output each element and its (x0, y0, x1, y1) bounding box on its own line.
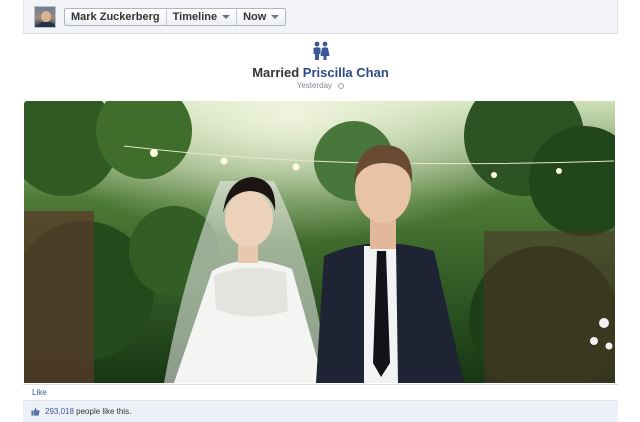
timeline-label: Timeline (172, 11, 218, 23)
wedding-photo[interactable] (24, 101, 615, 383)
avatar-shirt (37, 22, 55, 27)
life-event-header: Married Priscilla Chan Yesterday (23, 35, 618, 101)
post-meta: Yesterday (23, 81, 618, 90)
likes-suffix: people like this. (76, 407, 132, 416)
chevron-down-icon (222, 15, 231, 19)
like-button[interactable]: Like (32, 388, 47, 397)
wedding-photo-image (24, 101, 615, 383)
profile-name-label: Mark Zuckerberg (71, 11, 160, 23)
likes-summary: 293,018 people like this. (23, 400, 618, 422)
partner-name-link[interactable]: Priscilla Chan (303, 65, 389, 80)
globe-icon[interactable] (338, 82, 345, 89)
timestamp-link[interactable]: Yesterday (297, 81, 332, 90)
page-margin-right (618, 0, 640, 422)
life-event-title: Married Priscilla Chan (23, 65, 618, 80)
chevron-down-icon (271, 15, 280, 19)
married-couple-icon (313, 41, 330, 60)
page-margin-left (0, 0, 23, 422)
avatar[interactable] (34, 6, 56, 28)
avatar-face (41, 11, 51, 22)
timeline-dropdown[interactable]: Timeline (167, 9, 238, 25)
profile-name-button[interactable]: Mark Zuckerberg (65, 9, 167, 25)
likes-count-text: 293,018 people like this. (45, 407, 131, 416)
breadcrumb: Mark Zuckerberg Timeline Now (64, 8, 287, 26)
event-verb: Married (252, 65, 300, 80)
post-actions: Like (23, 384, 618, 400)
thumbs-up-icon (31, 407, 40, 416)
period-dropdown[interactable]: Now (237, 9, 285, 25)
likes-count-link[interactable]: 293,018 (45, 407, 74, 416)
period-label: Now (243, 11, 267, 23)
timeline-header-bar: Mark Zuckerberg Timeline Now (23, 0, 618, 34)
